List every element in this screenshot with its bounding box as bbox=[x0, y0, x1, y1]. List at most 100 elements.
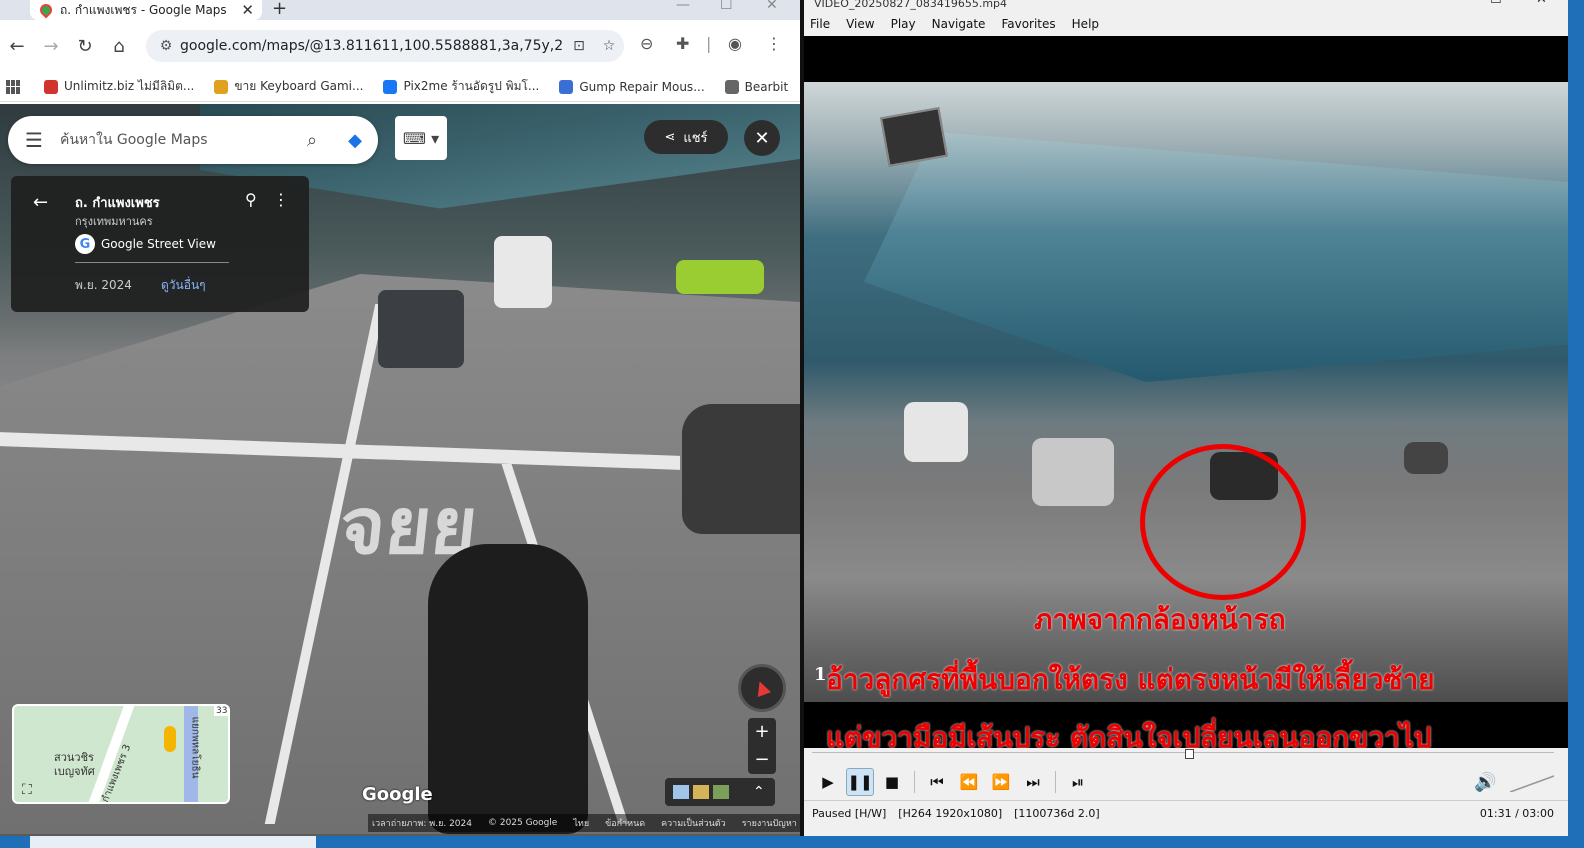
previous-icon[interactable]: ⏮ bbox=[923, 768, 951, 796]
site-info-icon[interactable]: ⚙ bbox=[152, 38, 180, 54]
bookmark-item[interactable]: Bearbit bbox=[724, 79, 789, 94]
play-icon[interactable]: ▶ bbox=[814, 768, 842, 796]
zoom-in-button[interactable]: + bbox=[748, 718, 776, 746]
address-bar[interactable]: ⚙ google.com/maps/@13.811611,100.5588881… bbox=[146, 30, 624, 62]
share-button[interactable]: ⋖ แชร์ bbox=[644, 120, 728, 154]
maximize-icon[interactable]: ☐ bbox=[720, 0, 733, 13]
seek-handle[interactable] bbox=[1184, 749, 1194, 759]
minimize-icon[interactable]: — bbox=[1444, 0, 1457, 6]
stop-icon[interactable]: ■ bbox=[878, 768, 906, 796]
expand-map-icon[interactable]: ⛶ bbox=[22, 782, 32, 798]
seek-bar[interactable] bbox=[812, 749, 1554, 759]
layers-control[interactable]: ⌃ bbox=[665, 778, 775, 806]
tab-google-maps[interactable]: ถ. กำแพงเพชร - Google Maps ✕ bbox=[30, 0, 262, 20]
profile-icon[interactable]: ◉ bbox=[728, 34, 742, 53]
zoom-out-button[interactable]: − bbox=[748, 746, 776, 774]
bookmark-label: Bearbit bbox=[744, 79, 789, 94]
hamburger-menu-icon[interactable]: ☰ bbox=[8, 128, 60, 152]
pause-icon[interactable]: ❚❚ bbox=[846, 768, 874, 796]
frame-step-icon[interactable]: ⏯ bbox=[1064, 768, 1092, 796]
toolbar: ← → ↻ ⌂ ⚙ google.com/maps/@13.811611,100… bbox=[0, 20, 800, 72]
layer-thumb[interactable] bbox=[693, 785, 709, 799]
url-text: google.com/maps/@13.811611,100.5588881,3… bbox=[180, 38, 564, 54]
bookmark-item[interactable]: Gump Repair Mous... bbox=[559, 79, 705, 94]
taskbar bbox=[0, 836, 1584, 848]
overlay-caption-1: ภาพจากกล้องหน้ารถ bbox=[1034, 603, 1286, 636]
back-icon[interactable]: ← bbox=[0, 36, 34, 57]
player-title: VIDEO_20250827_083419655.mp4 bbox=[814, 0, 1008, 10]
location-pin-icon[interactable]: ⚲ bbox=[245, 190, 257, 209]
taxi-image bbox=[676, 260, 764, 294]
google-logo: Google bbox=[362, 784, 433, 805]
player-titlebar: VIDEO_20250827_083419655.mp4 — ☐ ✕ bbox=[804, 0, 1568, 12]
compass-control[interactable] bbox=[738, 664, 786, 712]
see-other-dates-link[interactable]: ดูวันอื่นๆ bbox=[161, 276, 206, 295]
overlay-caption-2: อ้าวลูกศรที่พื้นบอกให้ตรง แต่ตรงหน้ามีให… bbox=[826, 663, 1435, 696]
search-icon[interactable]: ⌕ bbox=[292, 130, 332, 151]
taskbar-item[interactable] bbox=[30, 836, 316, 848]
menu-navigate[interactable]: Navigate bbox=[932, 17, 986, 31]
bus-image bbox=[904, 402, 968, 462]
menu-favorites[interactable]: Favorites bbox=[1001, 17, 1055, 31]
bookmark-favicon-icon bbox=[724, 79, 739, 94]
menu-view[interactable]: View bbox=[846, 17, 874, 31]
search-input[interactable]: ค้นหาใน Google Maps bbox=[60, 129, 292, 151]
fast-forward-icon[interactable]: ⏩ bbox=[987, 768, 1015, 796]
bookmark-item[interactable]: Pix2me ร้านอัดรูป พิมโ... bbox=[383, 77, 539, 96]
rewind-icon[interactable]: ⏪ bbox=[955, 768, 983, 796]
tab-close-icon[interactable]: ✕ bbox=[241, 1, 254, 19]
footer-link[interactable]: รายงานปัญหา bbox=[742, 816, 797, 830]
video-frame[interactable]: ภาพจากกล้องหน้ารถ 1 อ้าวลูกศรที่พื้นบอกใ… bbox=[804, 36, 1568, 748]
forward-icon[interactable]: → bbox=[34, 36, 68, 57]
footer-link[interactable]: ข้อกำหนด bbox=[605, 816, 645, 830]
bookmarks-bar: Unlimitz.biz ไม่มีลิมิต... ขาย Keyboard … bbox=[0, 72, 800, 102]
maps-search-box[interactable]: ☰ ค้นหาใน Google Maps ⌕ ◆ bbox=[8, 116, 378, 164]
bookmark-item[interactable]: Unlimitz.biz ไม่มีลิมิต... bbox=[44, 77, 194, 96]
extensions-icon[interactable]: ✚ bbox=[676, 34, 689, 53]
footer-link[interactable]: ความเป็นส่วนตัว bbox=[661, 816, 726, 830]
separator bbox=[1055, 771, 1056, 793]
pegman-icon[interactable] bbox=[164, 726, 176, 752]
footer-link[interactable]: ไทย bbox=[573, 816, 589, 830]
menu-play[interactable]: Play bbox=[891, 17, 916, 31]
bookmark-star-icon[interactable]: ☆ bbox=[594, 38, 624, 54]
capture-date: พ.ย. 2024 bbox=[75, 278, 132, 292]
minimize-icon[interactable]: — bbox=[676, 0, 690, 13]
volume-icon[interactable]: 🔊 bbox=[1474, 772, 1496, 793]
window-close-icon[interactable]: ✕ bbox=[1536, 0, 1547, 6]
time-display: 01:31 / 03:00 bbox=[1479, 807, 1554, 820]
street-view-canvas[interactable]: จยย ☰ ค้นหาใน Google Maps ⌕ ◆ ⌨ ▾ ⋖ แชร์ … bbox=[0, 104, 800, 836]
home-icon[interactable]: ⌂ bbox=[102, 36, 136, 57]
separator bbox=[914, 771, 915, 793]
tab-search-icon[interactable]: ⊖ bbox=[640, 34, 653, 53]
window-close-icon[interactable]: ✕ bbox=[766, 0, 778, 13]
close-street-view-button[interactable]: ✕ bbox=[744, 120, 780, 156]
maximize-icon[interactable]: ☐ bbox=[1490, 0, 1502, 6]
keyboard-toggle[interactable]: ⌨ ▾ bbox=[395, 116, 447, 160]
apps-grid-icon[interactable] bbox=[6, 79, 20, 94]
more-options-icon[interactable]: ⋮ bbox=[273, 190, 289, 209]
layer-thumb[interactable] bbox=[713, 785, 729, 799]
mini-map[interactable]: สวนวชิร เบญจทัศ กำแพงเพชร 3 แยกพหลโยธิน … bbox=[12, 704, 230, 804]
overlay-prefix: 1 bbox=[814, 664, 827, 685]
volume-slider[interactable] bbox=[1510, 774, 1554, 792]
share-label: แชร์ bbox=[683, 130, 708, 146]
menu-file[interactable]: File bbox=[810, 17, 830, 31]
bookmark-favicon-icon bbox=[214, 79, 229, 94]
new-tab-icon[interactable]: + bbox=[272, 0, 287, 19]
bookmark-item[interactable]: ขาย Keyboard Gami... bbox=[214, 77, 363, 96]
google-g-icon: G bbox=[75, 234, 95, 254]
install-app-icon[interactable]: ⊡ bbox=[564, 38, 594, 54]
overlay-caption-3: แต่ขวามือมีเส้นประ ตัดสินใจเปลี่ยนเลนออก… bbox=[826, 721, 1432, 748]
menu-help[interactable]: Help bbox=[1072, 17, 1099, 31]
layer-thumb[interactable] bbox=[673, 785, 689, 799]
reload-icon[interactable]: ↻ bbox=[68, 36, 102, 57]
street-view-source: G Google Street View bbox=[75, 234, 229, 263]
highlight-circle bbox=[1140, 444, 1306, 600]
directions-icon[interactable]: ◆ bbox=[332, 130, 378, 151]
footer-item: เวลาถ่ายภาพ: พ.ย. 2024 bbox=[372, 819, 472, 829]
back-arrow-icon[interactable]: ← bbox=[33, 192, 48, 213]
menu-kebab-icon[interactable]: ⋮ bbox=[766, 34, 782, 53]
expand-up-icon[interactable]: ⌃ bbox=[753, 784, 765, 800]
next-icon[interactable]: ⏭ bbox=[1019, 768, 1047, 796]
